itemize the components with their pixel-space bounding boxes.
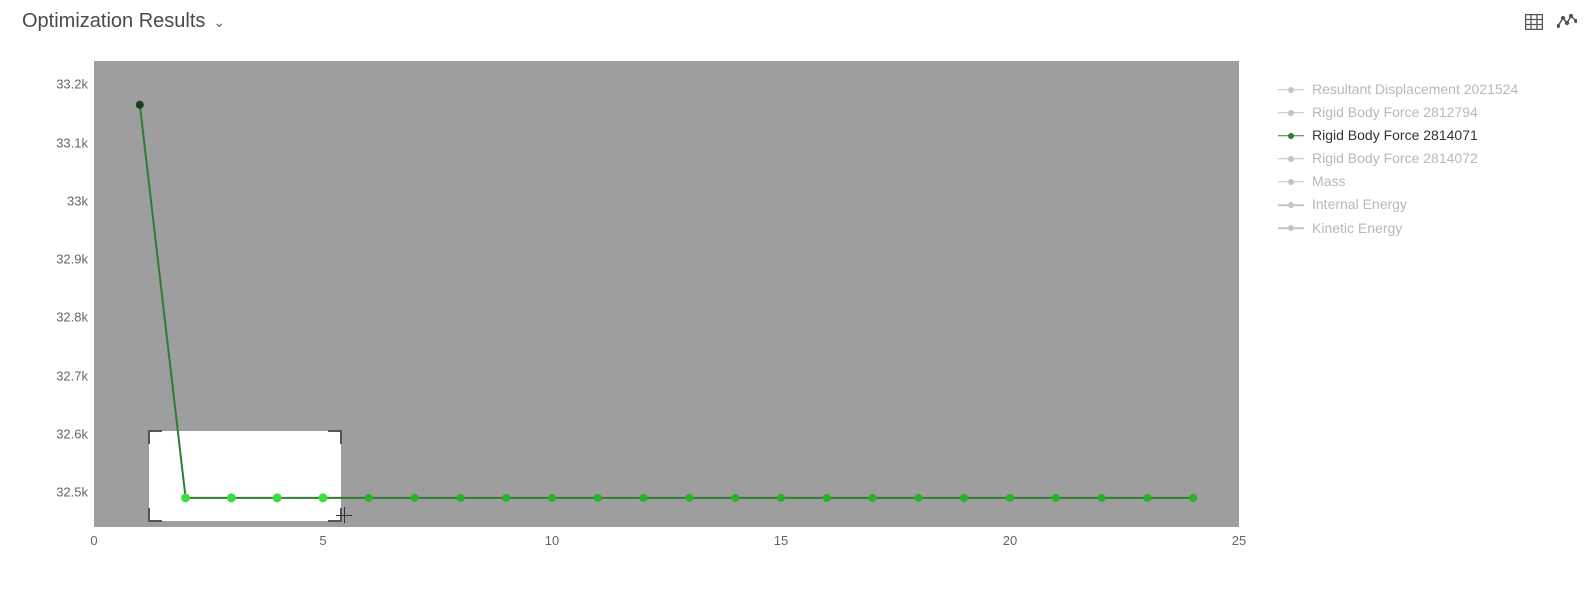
series-point[interactable]	[594, 494, 602, 502]
legend-swatch	[1278, 108, 1304, 118]
legend-item[interactable]: Rigid Body Force 2812794	[1278, 101, 1518, 124]
x-tick-label: 15	[774, 533, 788, 548]
legend-swatch	[1278, 131, 1304, 141]
series-point[interactable]	[914, 494, 922, 502]
legend-swatch	[1278, 85, 1304, 95]
series-point[interactable]	[136, 101, 144, 109]
legend-item[interactable]: Kinetic Energy	[1278, 217, 1518, 240]
y-tick-label: 32.6k	[28, 426, 88, 441]
series-point[interactable]	[548, 494, 556, 502]
legend-label: Kinetic Energy	[1312, 217, 1402, 240]
panel-title: Optimization Results	[22, 10, 205, 33]
chart-view-icon[interactable]	[1557, 14, 1577, 30]
series-line	[140, 105, 1193, 498]
legend-item[interactable]: Resultant Displacement 2021524	[1278, 78, 1518, 101]
x-tick-label: 25	[1232, 533, 1246, 548]
series-point[interactable]	[1006, 494, 1014, 502]
x-tick-label: 10	[545, 533, 559, 548]
chevron-down-icon: ⌄	[213, 14, 225, 31]
legend-item[interactable]: Rigid Body Force 2814072	[1278, 147, 1518, 170]
y-tick-label: 33k	[28, 193, 88, 208]
series-point[interactable]	[640, 494, 648, 502]
legend-label: Rigid Body Force 2812794	[1312, 101, 1478, 124]
series-point[interactable]	[1098, 494, 1106, 502]
legend-swatch	[1278, 223, 1304, 233]
series-point[interactable]	[823, 494, 831, 502]
table-view-icon[interactable]	[1525, 14, 1543, 30]
legend-swatch	[1278, 177, 1304, 187]
series-point[interactable]	[273, 493, 282, 502]
panel-title-dropdown[interactable]: Optimization Results ⌄	[22, 10, 225, 33]
series-point[interactable]	[960, 494, 968, 502]
series-point[interactable]	[1189, 494, 1197, 502]
series-point[interactable]	[227, 493, 236, 502]
chart-area: 33.2k 33.1k 33k 32.9k 32.8k 32.7k 32.6k 32.5k 0…	[0, 53, 1595, 573]
series-point[interactable]	[319, 493, 328, 502]
plot-canvas[interactable]	[94, 61, 1239, 527]
series-point[interactable]	[1052, 494, 1060, 502]
legend-label: Rigid Body Force 2814071	[1312, 124, 1478, 147]
y-tick-label: 32.8k	[28, 310, 88, 325]
legend-label: Internal Energy	[1312, 193, 1407, 216]
series-point[interactable]	[731, 494, 739, 502]
legend-swatch	[1278, 154, 1304, 164]
legend-label: Resultant Displacement 2021524	[1312, 78, 1518, 101]
x-tick-label: 5	[319, 533, 326, 548]
y-tick-label: 32.5k	[28, 485, 88, 500]
series-point[interactable]	[685, 494, 693, 502]
x-tick-label: 0	[90, 533, 97, 548]
series-point[interactable]	[411, 494, 419, 502]
legend-swatch	[1278, 200, 1304, 210]
series-point[interactable]	[1143, 494, 1151, 502]
x-tick-label: 20	[1003, 533, 1017, 548]
y-tick-label: 32.7k	[28, 368, 88, 383]
series-point[interactable]	[365, 494, 373, 502]
legend-item[interactable]: Internal Energy	[1278, 193, 1518, 216]
series-point[interactable]	[456, 494, 464, 502]
y-tick-label: 33.1k	[28, 135, 88, 150]
y-tick-label: 32.9k	[28, 252, 88, 267]
header-toolbar	[1525, 14, 1577, 30]
legend-label: Rigid Body Force 2814072	[1312, 147, 1478, 170]
series-point[interactable]	[777, 494, 785, 502]
legend: Resultant Displacement 2021524Rigid Body…	[1278, 78, 1518, 240]
series-point[interactable]	[869, 494, 877, 502]
legend-item[interactable]: Mass	[1278, 170, 1518, 193]
legend-item[interactable]: Rigid Body Force 2814071	[1278, 124, 1518, 147]
panel-header: Optimization Results ⌄	[0, 0, 1595, 41]
series-point[interactable]	[181, 493, 190, 502]
y-tick-label: 33.2k	[28, 77, 88, 92]
legend-label: Mass	[1312, 170, 1345, 193]
series-point[interactable]	[502, 494, 510, 502]
